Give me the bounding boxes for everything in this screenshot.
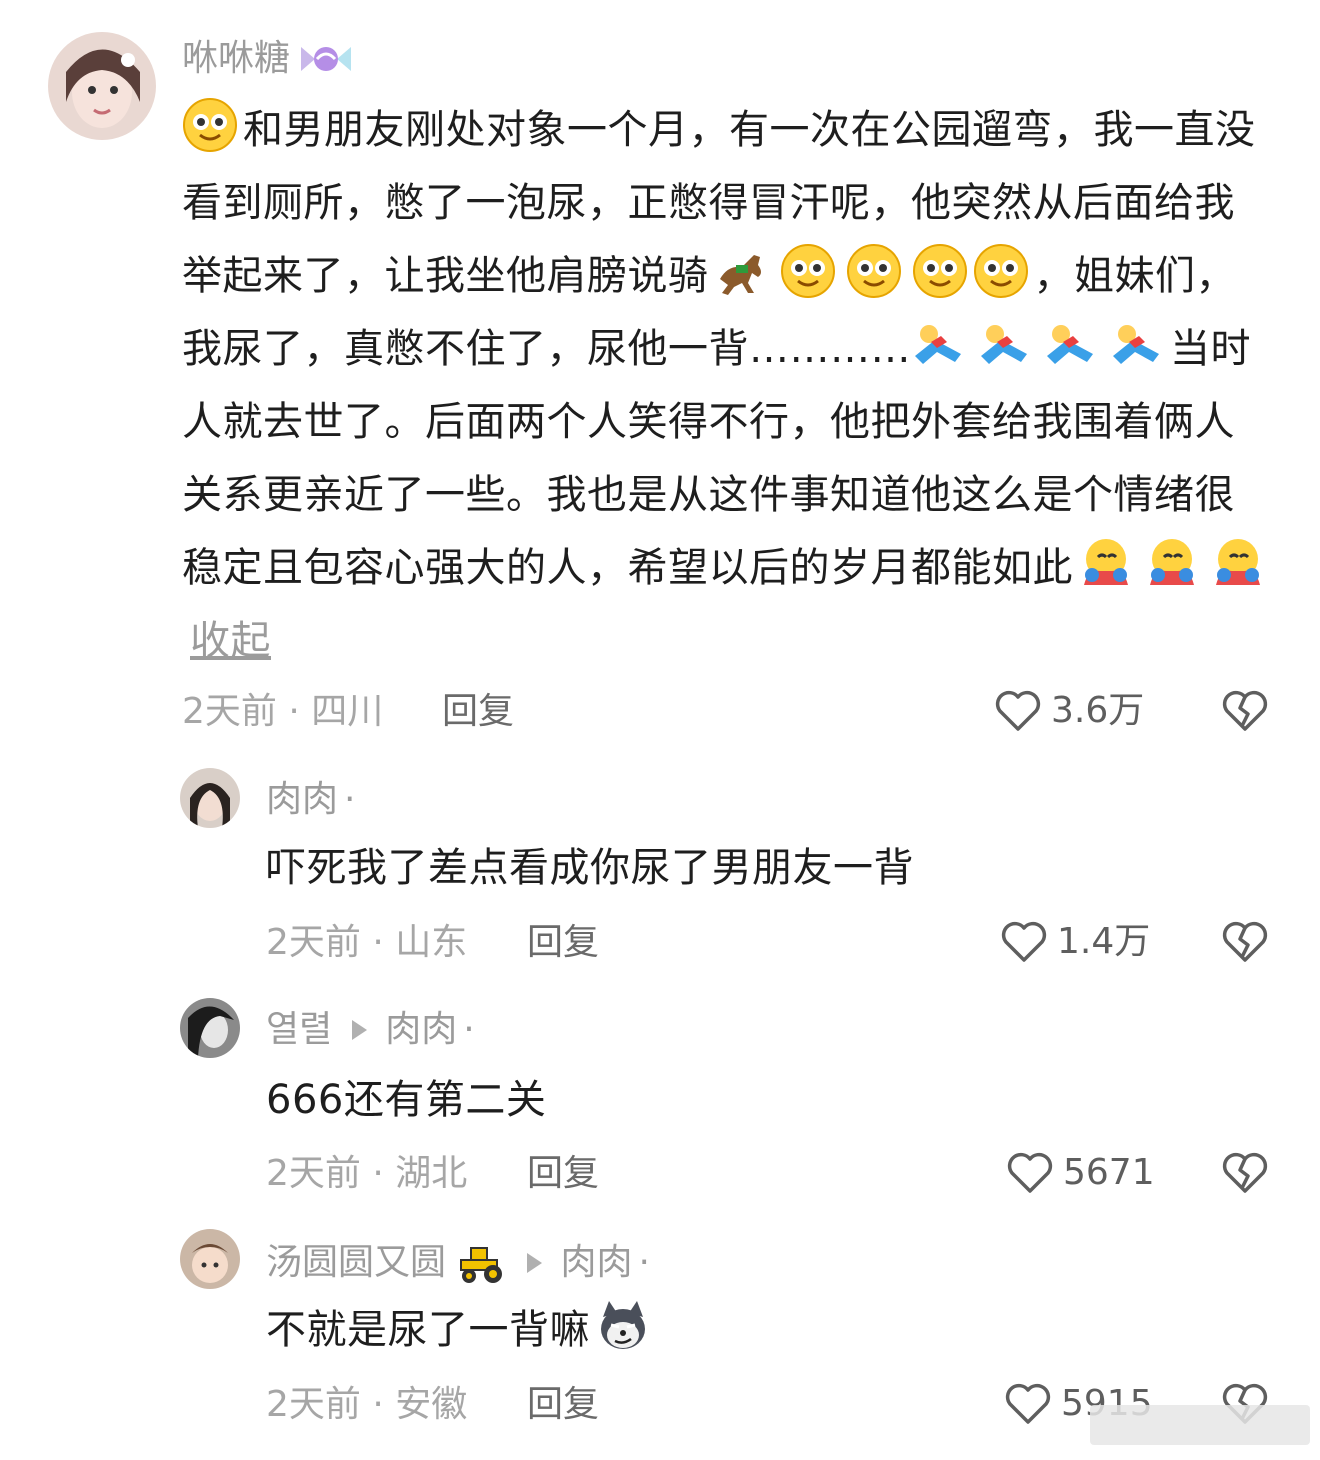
like-button[interactable]: 5671 xyxy=(1007,1152,1155,1194)
hug-face-icon xyxy=(1210,535,1266,591)
avatar[interactable] xyxy=(180,998,240,1058)
username[interactable]: 肉肉 · xyxy=(266,781,355,818)
reply-button[interactable]: 回复 xyxy=(527,925,599,961)
reply-to-username[interactable]: 肉肉 xyxy=(385,1009,457,1050)
candy-icon xyxy=(301,41,352,77)
hug-face-icon xyxy=(1144,535,1200,591)
dislike-button[interactable] xyxy=(1222,1152,1268,1194)
smug-dog-icon xyxy=(595,1297,651,1353)
reply-text: 吓死我了差点看成你尿了男朋友一背 xyxy=(266,845,914,891)
fallen-over-icon xyxy=(911,316,967,372)
time-location: 2天前 · 湖北 xyxy=(266,1153,468,1194)
time-location: 2天前 · 安徽 xyxy=(266,1384,468,1425)
fallen-over-icon xyxy=(977,316,1033,372)
broken-heart-icon xyxy=(1222,921,1268,962)
heart-outline-icon xyxy=(1001,921,1047,962)
avatar[interactable] xyxy=(180,1229,240,1289)
username[interactable]: 咻咻糖 xyxy=(182,40,352,77)
fallen-over-icon xyxy=(1109,316,1165,372)
blushing-face-icon xyxy=(780,243,836,299)
like-count: 1.4万 xyxy=(1057,921,1151,962)
triangle-right-icon xyxy=(352,1020,368,1040)
like-count: 3.6万 xyxy=(1051,690,1145,731)
triangle-right-icon xyxy=(527,1253,543,1273)
broken-heart-icon xyxy=(1222,1152,1268,1193)
reply-text-content: 不就是尿了一背嘛 xyxy=(266,1307,590,1353)
reply-button[interactable]: 回复 xyxy=(527,1387,599,1423)
like-button[interactable]: 3.6万 xyxy=(995,690,1144,732)
blushing-face-icon xyxy=(973,243,1029,299)
like-count: 5671 xyxy=(1063,1152,1155,1193)
time-location: 2天前 · 山东 xyxy=(266,922,468,963)
heart-outline-icon xyxy=(1005,1383,1051,1424)
username[interactable]: 汤圆圆又圆 肉肉 · xyxy=(266,1242,650,1284)
reply-text: 不就是尿了一背嘛 xyxy=(266,1294,1246,1367)
watermark-overlay xyxy=(1090,1405,1310,1445)
comment-text: 和男朋友刚处对象一个月，有一次在公园遛弯，我一直没看到厕所，憋了一泡尿，正憋得冒… xyxy=(182,94,1272,678)
heart-outline-icon xyxy=(995,690,1041,731)
heart-outline-icon xyxy=(1007,1152,1053,1193)
username[interactable]: 열렬 肉肉 · xyxy=(266,1011,475,1048)
blushing-face-icon xyxy=(846,243,902,299)
like-button[interactable]: 1.4万 xyxy=(1001,921,1150,963)
reply-to-username[interactable]: 肉肉 xyxy=(560,1242,632,1283)
horse-icon xyxy=(714,243,770,299)
time-location: 2天前 · 四川 xyxy=(182,691,384,732)
hug-face-icon xyxy=(1078,535,1134,591)
fallen-over-icon xyxy=(1043,316,1099,372)
collapse-link[interactable]: 收起 xyxy=(190,618,271,664)
reply-button[interactable]: 回复 xyxy=(442,694,514,730)
broken-heart-icon xyxy=(1222,690,1268,731)
dislike-button[interactable] xyxy=(1222,921,1268,963)
blushing-face-icon xyxy=(182,97,238,153)
dislike-button[interactable] xyxy=(1222,690,1268,732)
avatar[interactable] xyxy=(180,768,240,828)
avatar[interactable] xyxy=(48,32,156,140)
blushing-face-icon xyxy=(912,243,968,299)
reply-text: 666还有第二关 xyxy=(266,1077,547,1123)
reply-button[interactable]: 回复 xyxy=(527,1156,599,1192)
tractor-icon xyxy=(457,1242,507,1284)
